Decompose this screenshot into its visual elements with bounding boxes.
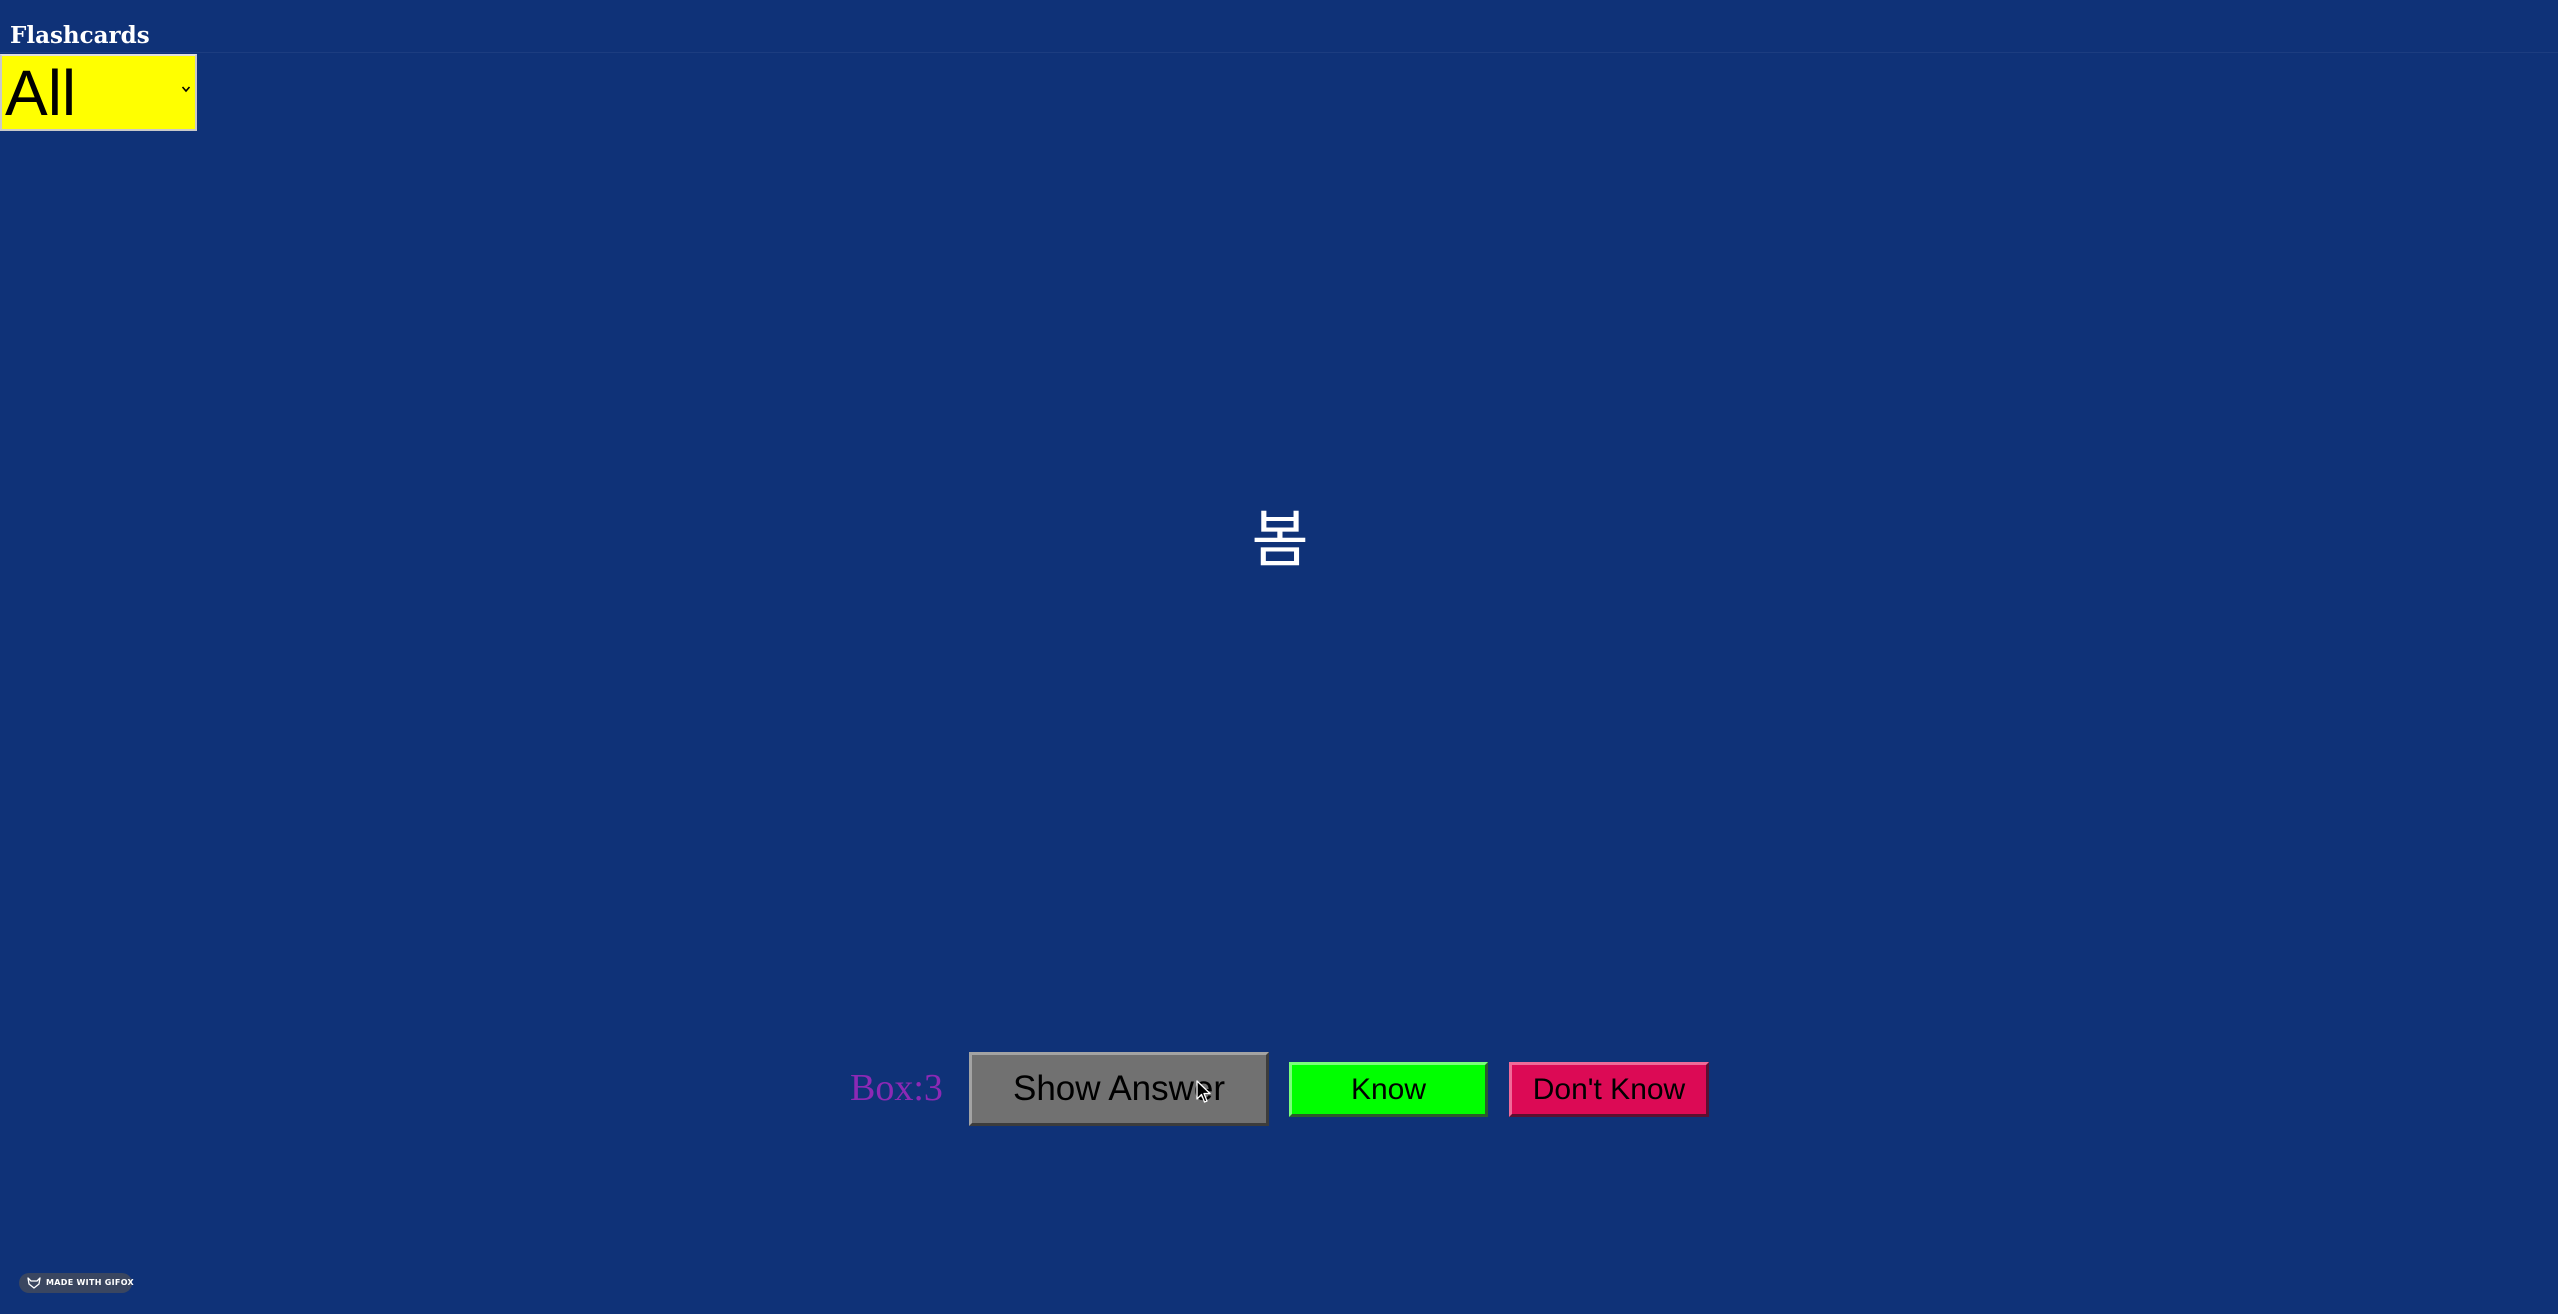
mouse-cursor-icon: [1196, 1080, 1211, 1103]
header-bar: Flashcards: [0, 0, 2558, 53]
flashcards-app: Flashcards All 봄 Box:3 Show Answer Know …: [0, 0, 2558, 1314]
made-with-gifox-badge[interactable]: MADE WITH GIFOX: [19, 1273, 134, 1293]
badge-text: MADE WITH GIFOX: [46, 1278, 134, 1287]
flashcard-word: 봄: [1251, 503, 1309, 576]
app-title: Flashcards: [10, 22, 150, 49]
fox-icon: [27, 1277, 41, 1289]
box-level-label: Box:3: [850, 1067, 943, 1109]
know-button[interactable]: Know: [1289, 1062, 1488, 1117]
show-answer-button[interactable]: Show Answer: [969, 1052, 1269, 1126]
deck-select[interactable]: All: [0, 54, 197, 131]
dont-know-button[interactable]: Don't Know: [1509, 1062, 1709, 1117]
chevron-down-icon: [181, 86, 191, 93]
deck-select-value: All: [5, 57, 77, 129]
